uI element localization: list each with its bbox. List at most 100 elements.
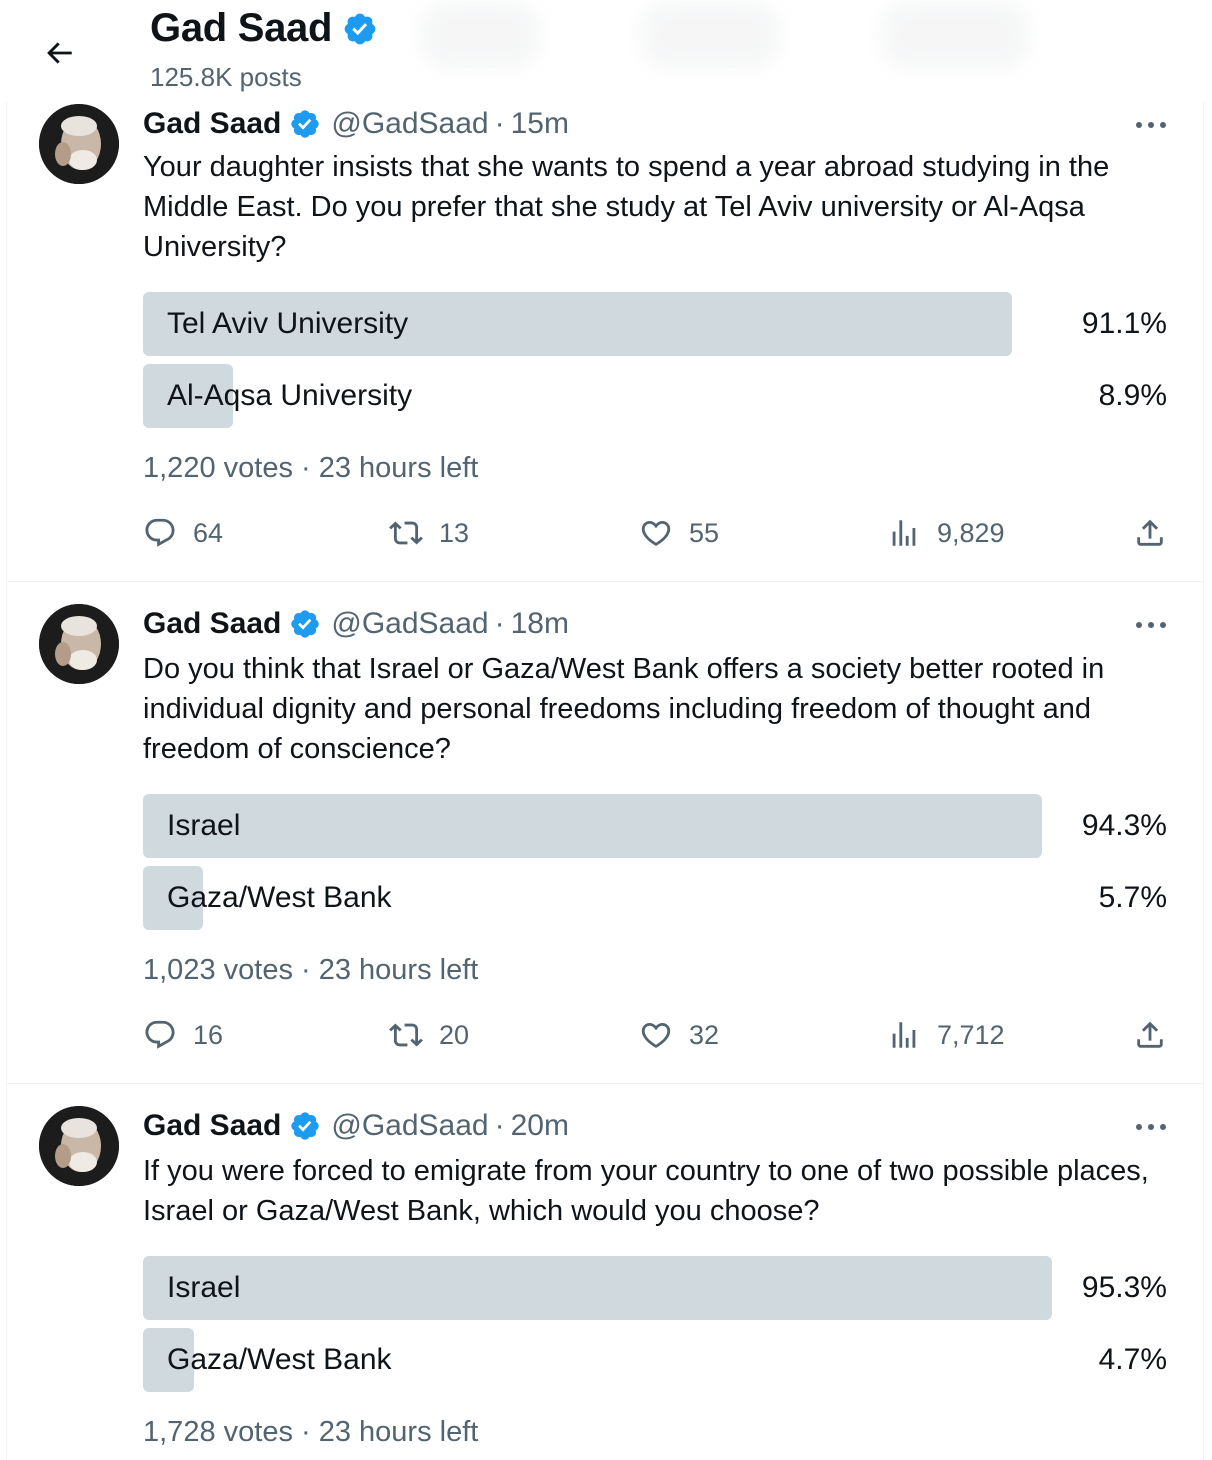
poll-option-label: Tel Aviv University	[167, 307, 409, 340]
more-options-button[interactable]	[1131, 110, 1171, 140]
poll-result-bar	[143, 794, 1043, 858]
post-count: 125.8K posts	[150, 62, 302, 92]
more-options-button[interactable]	[1131, 1112, 1171, 1142]
timestamp[interactable]: 20m	[511, 1109, 569, 1143]
views-button[interactable]: 7,712	[887, 1018, 1005, 1052]
poll-option-percent: 91.1%	[1081, 307, 1167, 340]
separator-dot: ·	[494, 1109, 505, 1142]
poll-option-percent: 94.3%	[1081, 809, 1167, 842]
repost-button[interactable]: 13	[389, 516, 469, 550]
like-button[interactable]: 32	[639, 1018, 719, 1052]
verified-badge-icon	[291, 610, 320, 638]
page-title: Gad Saad	[150, 6, 378, 51]
header-blur	[640, 0, 780, 70]
poll-option-label: Israel	[167, 1271, 241, 1304]
author-name[interactable]: Gad Saad	[143, 107, 281, 141]
poll-option-percent: 95.3%	[1081, 1271, 1167, 1304]
tweet-actions: 16 20 32 7,712	[143, 1018, 1167, 1058]
more-dots-icon	[1136, 1124, 1166, 1130]
share-icon	[1137, 519, 1163, 546]
back-button[interactable]	[34, 28, 84, 78]
avatar[interactable]	[39, 604, 119, 684]
profile-header: Gad Saad 125.8K posts	[0, 0, 1212, 102]
tweet[interactable]: Gad Saad @GadSaad · 18m Do you think tha…	[7, 582, 1203, 1084]
timestamp[interactable]: 18m	[511, 607, 569, 641]
poll-option-label: Al-Aqsa University	[167, 379, 413, 412]
view-count: 9,829	[937, 517, 1005, 548]
poll-option: Al-Aqsa University 8.9%	[143, 364, 1167, 428]
views-chart-icon	[892, 520, 916, 546]
more-options-button[interactable]	[1131, 610, 1171, 640]
reply-count: 64	[193, 517, 224, 548]
share-button[interactable]	[1133, 1018, 1167, 1052]
poll-option-label: Israel	[167, 809, 241, 842]
poll-option: Israel 94.3%	[143, 794, 1167, 858]
poll-meta: 1,220 votes · 23 hours left	[143, 452, 479, 484]
poll: Tel Aviv University 91.1% Al-Aqsa Univer…	[143, 292, 1167, 485]
views-button[interactable]: 9,829	[887, 516, 1005, 550]
poll-option-percent: 8.9%	[1098, 379, 1167, 412]
poll-meta: 1,023 votes · 23 hours left	[143, 954, 479, 986]
verified-badge	[289, 1110, 321, 1142]
poll-result-bar	[143, 1256, 1052, 1320]
avatar-image	[39, 1106, 119, 1186]
verified-badge-icon	[291, 110, 320, 138]
like-count: 32	[689, 1019, 720, 1050]
separator-dot: ·	[494, 107, 505, 140]
poll: Israel 95.3% Gaza/West Bank 4.7% 1,728 v…	[143, 1256, 1167, 1449]
repost-button[interactable]: 20	[389, 1018, 469, 1052]
reply-icon	[145, 518, 175, 547]
heart-icon	[641, 1022, 671, 1048]
avatar-image	[39, 104, 119, 184]
repost-icon	[389, 1023, 423, 1047]
tweet[interactable]: Gad Saad @GadSaad · 20m If you were forc…	[7, 1084, 1203, 1460]
repost-count: 13	[439, 517, 470, 548]
author-handle[interactable]: @GadSaad	[331, 107, 488, 141]
poll-option: Israel 95.3%	[143, 1256, 1167, 1320]
timestamp[interactable]: 15m	[511, 107, 569, 141]
poll-option-label: Gaza/West Bank	[167, 881, 392, 914]
more-dots-icon	[1136, 122, 1166, 128]
like-button[interactable]: 55	[639, 516, 719, 550]
tweet-header: Gad Saad @GadSaad · 20m	[143, 1106, 1167, 1146]
poll-option-percent: 5.7%	[1098, 881, 1167, 914]
verified-badge	[289, 108, 321, 140]
poll-option-percent: 4.7%	[1098, 1343, 1167, 1376]
tweet-text: Do you think that Israel or Gaza/West Ba…	[143, 653, 1105, 765]
tweet[interactable]: Gad Saad @GadSaad · 15m Your daughter in…	[7, 102, 1203, 582]
author-handle[interactable]: @GadSaad	[331, 607, 488, 641]
author-handle[interactable]: @GadSaad	[331, 1109, 488, 1143]
poll-option: Gaza/West Bank 5.7%	[143, 866, 1167, 930]
profile-name: Gad Saad	[150, 6, 333, 50]
verified-badge-icon	[291, 1112, 320, 1140]
author-name[interactable]: Gad Saad	[143, 1109, 281, 1143]
separator-dot: ·	[494, 607, 505, 640]
views-chart-icon	[892, 1022, 916, 1048]
author-name[interactable]: Gad Saad	[143, 607, 281, 641]
share-icon	[1137, 1021, 1163, 1048]
avatar[interactable]	[39, 1106, 119, 1186]
share-button[interactable]	[1133, 516, 1167, 550]
header-blur	[420, 0, 540, 70]
more-dots-icon	[1136, 622, 1166, 628]
poll-option: Tel Aviv University 91.1%	[143, 292, 1167, 356]
back-arrow-icon	[47, 42, 72, 64]
avatar[interactable]	[39, 104, 119, 184]
reply-button[interactable]: 64	[143, 516, 223, 550]
verified-badge-icon	[344, 13, 376, 44]
poll-option-label: Gaza/West Bank	[167, 1343, 392, 1376]
reply-count: 16	[193, 1019, 224, 1050]
avatar-image	[39, 604, 119, 684]
tweet-header: Gad Saad @GadSaad · 15m	[143, 104, 1167, 144]
profile-page: Gad Saad 125.8K posts Gad Saad @GadSaad …	[0, 0, 1212, 1460]
timeline: Gad Saad @GadSaad · 15m Your daughter in…	[6, 102, 1204, 1460]
like-count: 55	[689, 517, 720, 548]
tweet-text: If you were forced to emigrate from your…	[143, 1155, 1149, 1227]
reply-icon	[145, 1020, 175, 1049]
poll-meta: 1,728 votes · 23 hours left	[143, 1416, 479, 1448]
repost-icon	[389, 521, 423, 545]
reply-button[interactable]: 16	[143, 1018, 223, 1052]
header-blur	[880, 0, 1030, 70]
tweet-header: Gad Saad @GadSaad · 18m	[143, 604, 1167, 644]
view-count: 7,712	[937, 1019, 1005, 1050]
